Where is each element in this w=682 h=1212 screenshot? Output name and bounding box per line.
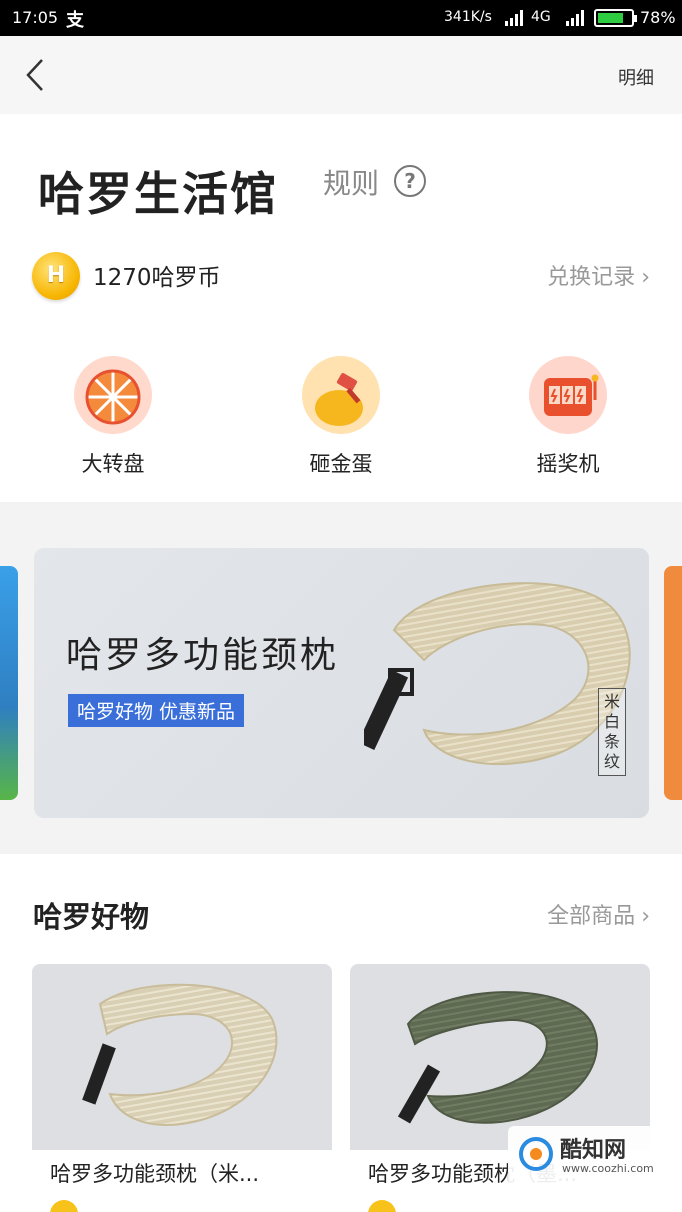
product-image: [350, 964, 650, 1150]
network-speed: 341K/s: [444, 9, 492, 25]
game-slot-machine[interactable]: 摇奖机: [503, 356, 633, 478]
game-golden-egg[interactable]: 砸金蛋: [276, 356, 406, 478]
nav-bar: 明细: [0, 36, 682, 114]
product-name: 哈罗多功能颈枕（米...: [50, 1162, 260, 1186]
banner-next-peek[interactable]: [664, 566, 682, 800]
game-label: 大转盘: [81, 452, 145, 476]
golden-egg-icon: [302, 356, 380, 434]
coin-letter: H: [46, 263, 66, 288]
battery-fill: [598, 13, 623, 23]
game-label: 砸金蛋: [309, 452, 373, 476]
slot-machine-icon: [529, 356, 607, 434]
rules-link[interactable]: 规则: [323, 162, 379, 202]
exchange-records-label: 兑换记录: [547, 265, 636, 290]
chevron-right-icon: ›: [641, 904, 650, 929]
help-icon[interactable]: ?: [394, 165, 426, 197]
status-bar: 17:05 支 341K/s 4G 78%: [0, 0, 682, 36]
watermark-name: 酷知网: [560, 1138, 627, 1163]
promo-banner[interactable]: 哈罗多功能颈枕 哈罗好物 优惠新品 米白条纹: [34, 548, 649, 818]
page-title: 哈罗生活馆: [38, 167, 278, 221]
game-label: 摇奖机: [536, 452, 600, 476]
coin-icon: H: [32, 252, 80, 300]
store-header: 哈罗生活馆 规则 ? H 1270哈罗币 兑换记录 › 大转盘 砸金蛋 摇奖机: [0, 114, 682, 502]
status-time: 17:05: [12, 8, 59, 27]
chevron-right-icon: ›: [641, 265, 650, 290]
back-arrow-icon[interactable]: [20, 56, 50, 94]
coin-balance: 1270哈罗币: [93, 265, 221, 291]
banner-tag: 哈罗好物 优惠新品: [68, 694, 245, 727]
section-title: 哈罗好物: [33, 900, 150, 934]
battery-percent: 78%: [640, 8, 676, 27]
game-wheel[interactable]: 大转盘: [48, 356, 178, 478]
product-image: [32, 964, 332, 1150]
battery-icon: [594, 9, 637, 27]
banner-prev-peek[interactable]: [0, 566, 18, 800]
signal-icon: [566, 10, 584, 26]
network-type: 4G: [531, 9, 551, 25]
exchange-records-link[interactable]: 兑换记录 ›: [547, 259, 650, 291]
coin-icon: [368, 1200, 396, 1212]
watermark: 酷知网 www.coozhi.com: [508, 1126, 658, 1188]
product-card[interactable]: 哈罗多功能颈枕（米...: [32, 964, 332, 1212]
alipay-icon: 支: [66, 10, 84, 31]
watermark-url: www.coozhi.com: [562, 1162, 654, 1175]
all-products-link[interactable]: 全部商品 ›: [547, 898, 650, 930]
banner-carousel: 哈罗多功能颈枕 哈罗好物 优惠新品 米白条纹: [0, 502, 682, 854]
wheel-icon: [74, 356, 152, 434]
variant-label: 米白条纹: [598, 688, 626, 776]
banner-title: 哈罗多功能颈枕: [66, 635, 340, 676]
all-products-label: 全部商品: [547, 904, 636, 929]
signal-icon: [505, 10, 523, 26]
game-entries: 大转盘 砸金蛋 摇奖机: [0, 356, 682, 486]
detail-link[interactable]: 明细: [618, 64, 654, 90]
watermark-logo-icon: [519, 1137, 553, 1171]
coin-icon: [50, 1200, 78, 1212]
